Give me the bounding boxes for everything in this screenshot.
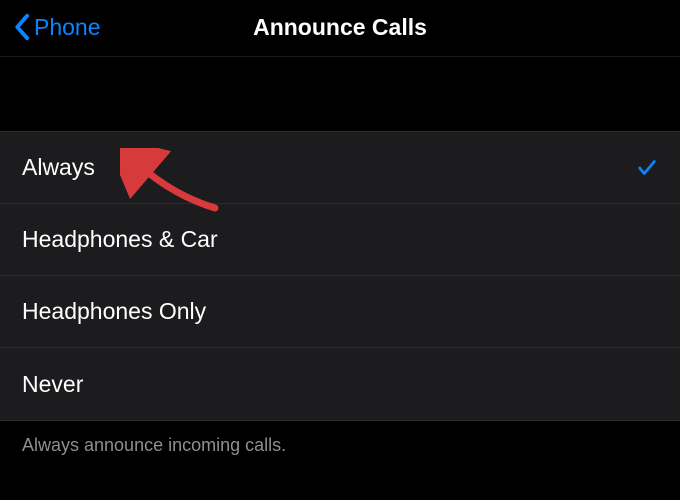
option-label: Headphones Only [22,298,206,325]
checkmark-icon [636,157,658,179]
back-button[interactable]: Phone [12,13,101,41]
option-never[interactable]: Never [0,348,680,420]
page-title: Announce Calls [12,14,668,41]
section-spacer [0,56,680,132]
nav-header: Phone Announce Calls [0,0,680,54]
chevron-left-icon [12,13,31,41]
option-label: Never [22,371,83,398]
option-label: Always [22,154,95,181]
option-headphones-car[interactable]: Headphones & Car [0,204,680,276]
option-headphones-only[interactable]: Headphones Only [0,276,680,348]
options-list: Always Headphones & Car Headphones Only … [0,132,680,420]
back-label: Phone [34,14,101,41]
option-always[interactable]: Always [0,132,680,204]
footer-description: Always announce incoming calls. [0,420,680,470]
option-label: Headphones & Car [22,226,218,253]
